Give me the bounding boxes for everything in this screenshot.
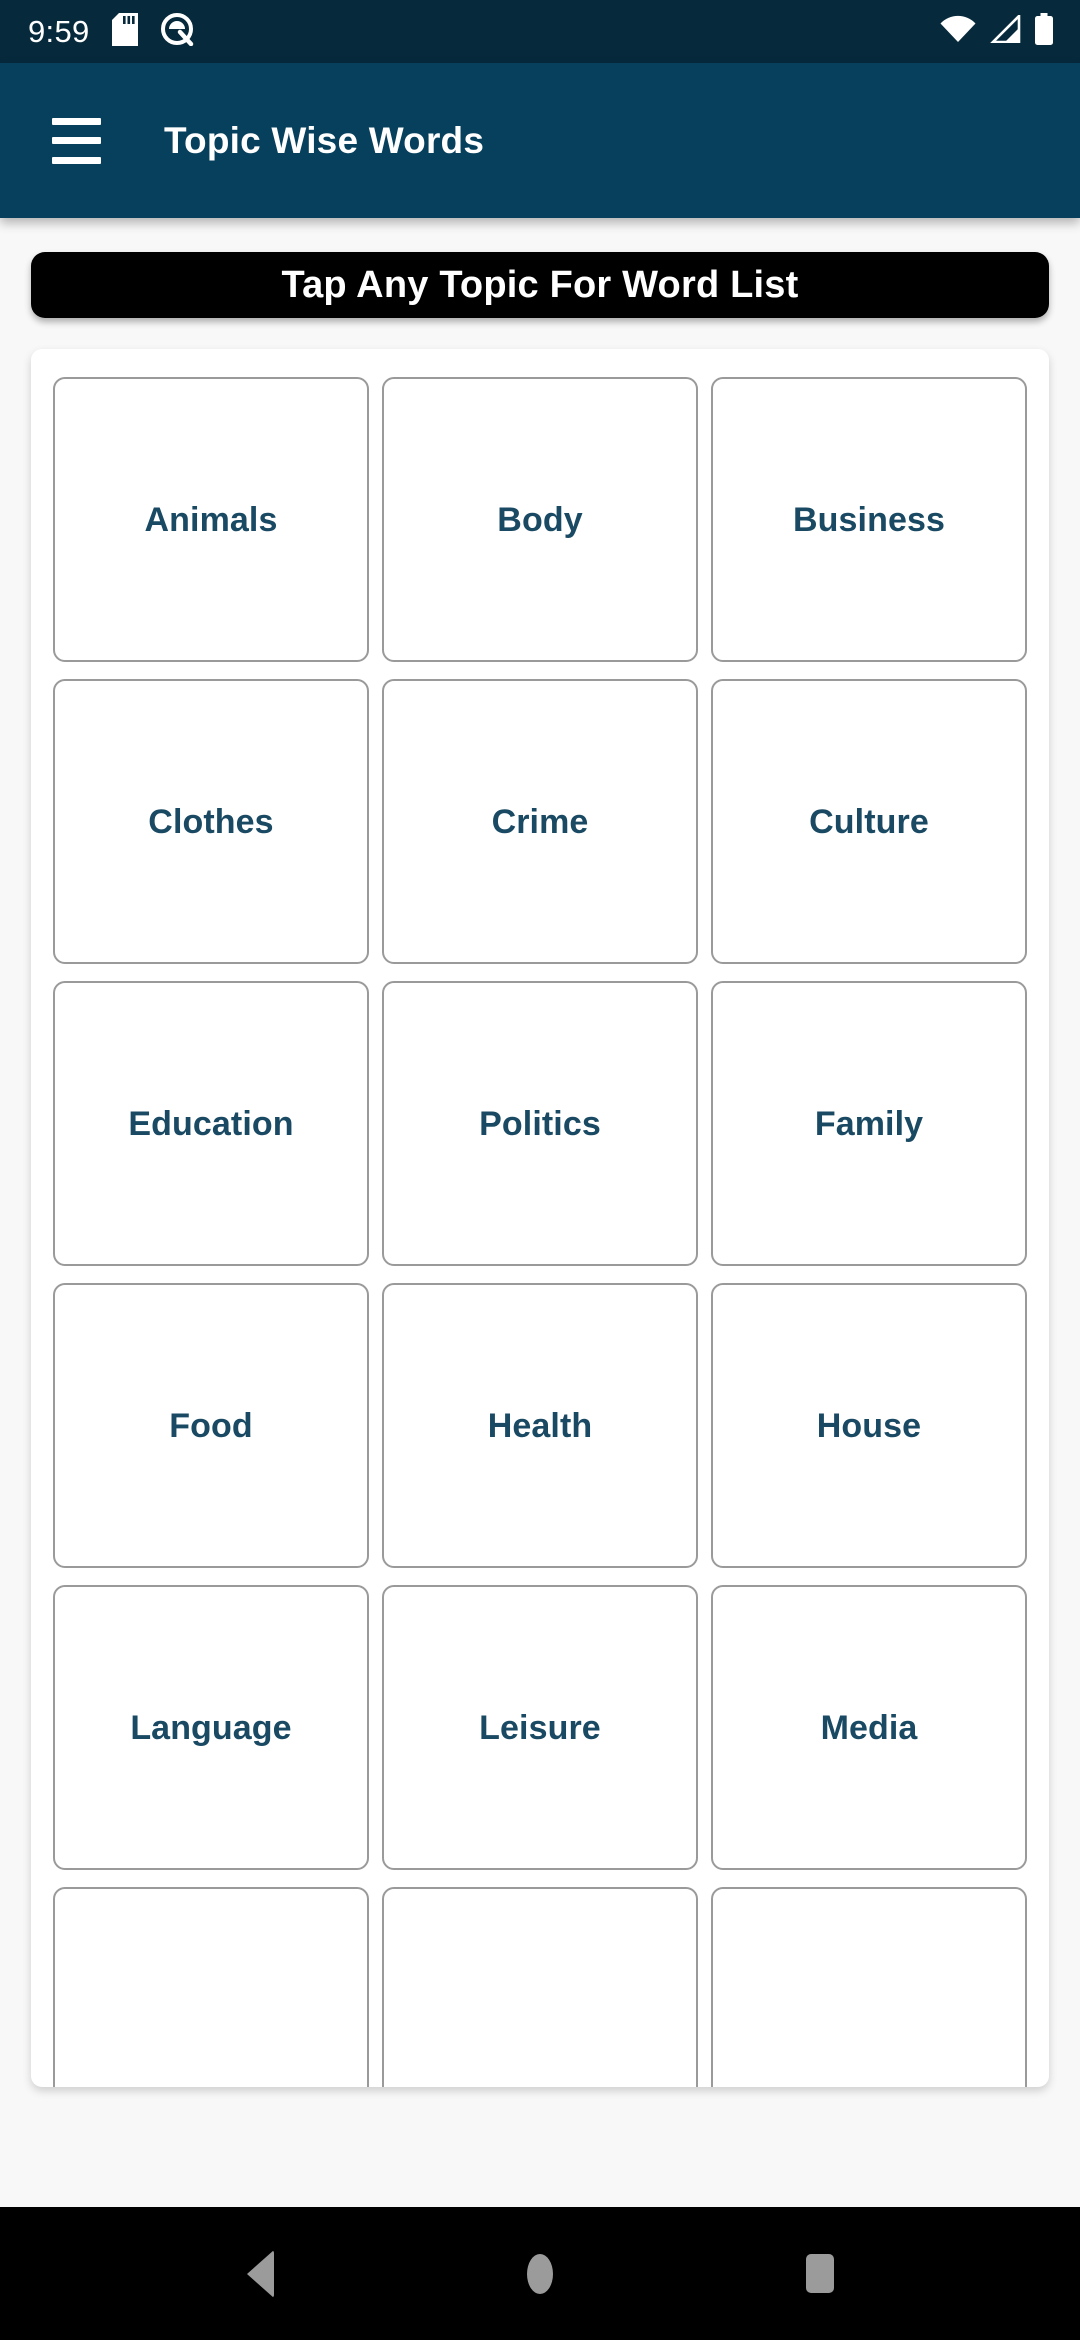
topic-label: Crime <box>491 802 589 841</box>
system-navigation-bar <box>0 2207 1080 2340</box>
topic-grid: Animals Body Business Clothes Crime Culture Ed… <box>31 349 1049 2087</box>
recents-button[interactable] <box>765 2219 875 2329</box>
topic-cell[interactable]: Education <box>53 981 369 1266</box>
battery-icon <box>1034 13 1054 50</box>
topic-cell[interactable]: Crime <box>382 679 698 964</box>
topic-cell[interactable]: Culture <box>711 679 1027 964</box>
home-circle-icon <box>527 2253 553 2294</box>
topic-label: Health <box>487 1406 593 1445</box>
topic-label: Body <box>497 500 583 539</box>
topic-cell[interactable]: Language <box>53 1585 369 1870</box>
topic-label: Media <box>820 1708 918 1747</box>
topic-cell[interactable]: Animals <box>53 377 369 662</box>
topic-cell[interactable] <box>382 1887 698 2087</box>
back-button[interactable] <box>205 2219 315 2329</box>
sd-card-icon <box>111 12 138 51</box>
topic-cell[interactable] <box>711 1887 1027 2087</box>
topic-cell[interactable]: Leisure <box>382 1585 698 1870</box>
topic-label: Family <box>814 1104 924 1143</box>
topic-label: Politics <box>479 1104 601 1143</box>
android-q-icon <box>160 12 194 51</box>
topic-cell[interactable]: Health <box>382 1283 698 1568</box>
topic-cell[interactable] <box>53 1887 369 2087</box>
topic-cell[interactable]: Media <box>711 1585 1027 1870</box>
hamburger-bar-2 <box>52 137 101 144</box>
hamburger-menu-icon[interactable] <box>52 117 112 164</box>
recents-square-icon <box>806 2254 834 2293</box>
back-triangle-icon <box>246 2249 274 2298</box>
page-title: Topic Wise Words <box>164 119 485 161</box>
cellular-signal-icon <box>989 12 1021 48</box>
topic-cell[interactable]: Family <box>711 981 1027 1266</box>
topic-label: Leisure <box>479 1708 601 1747</box>
topic-label: Language <box>130 1708 292 1747</box>
status-bar: 9:59 <box>0 0 1080 63</box>
topic-cell[interactable]: Body <box>382 377 698 662</box>
topic-label: Business <box>793 500 945 539</box>
wifi-icon <box>940 15 976 48</box>
topic-cell[interactable]: Politics <box>382 981 698 1266</box>
topic-label: Education <box>128 1104 294 1143</box>
topic-grid-container: Animals Body Business Clothes Crime Culture Ed… <box>31 349 1049 2087</box>
instruction-banner: Tap Any Topic For Word List <box>31 252 1049 318</box>
topic-cell[interactable]: House <box>711 1283 1027 1568</box>
phone-screen: 9:59 Topic Wise Words Tap Any Topic For … <box>0 0 1080 2340</box>
status-bar-left: 9:59 <box>28 12 194 51</box>
app-bar: Topic Wise Words <box>0 63 1080 218</box>
status-clock: 9:59 <box>28 14 90 49</box>
status-bar-right <box>940 12 1054 50</box>
hamburger-bar-3 <box>52 156 101 164</box>
home-button[interactable] <box>485 2219 595 2329</box>
topic-label: Food <box>169 1406 253 1445</box>
topic-label: Culture <box>809 802 929 841</box>
topic-label: House <box>816 1406 922 1445</box>
topic-label: Clothes <box>148 802 274 841</box>
instruction-banner-label: Tap Any Topic For Word List <box>281 263 799 306</box>
hamburger-bar-1 <box>52 117 101 125</box>
topic-cell[interactable]: Business <box>711 377 1027 662</box>
topic-cell[interactable]: Food <box>53 1283 369 1568</box>
topic-label: Animals <box>144 500 278 539</box>
content-area: Tap Any Topic For Word List Animals Body B… <box>0 218 1080 2207</box>
topic-cell[interactable]: Clothes <box>53 679 369 964</box>
